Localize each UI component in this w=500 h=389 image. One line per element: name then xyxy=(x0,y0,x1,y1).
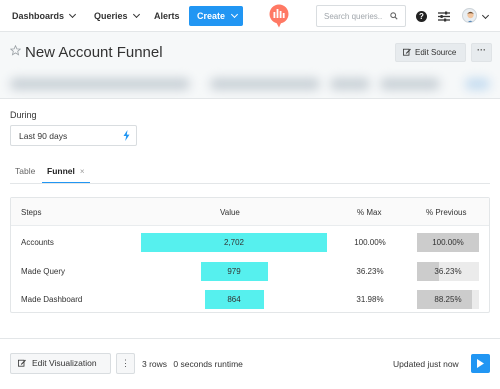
lightning-bolt-icon[interactable] xyxy=(123,130,130,141)
tabs-divider xyxy=(10,183,490,184)
settings-sliders-icon[interactable] xyxy=(438,11,450,22)
nav-queries[interactable]: Queries xyxy=(94,0,140,32)
page-title[interactable]: New Account Funnel xyxy=(25,44,163,61)
funnel-pct-max: 31.98% xyxy=(356,295,384,304)
nav-dashboards-label: Dashboards xyxy=(12,11,65,21)
during-param-label: During xyxy=(10,110,37,120)
chevron-down-icon xyxy=(230,10,239,19)
user-avatar[interactable] xyxy=(462,8,477,23)
header-pct-max: % Max xyxy=(357,208,382,217)
funnel-visualization: Steps Value % Max % Previous Accounts 2,7… xyxy=(10,197,490,313)
funnel-pct-max: 100.00% xyxy=(354,238,386,247)
chevron-down-icon[interactable] xyxy=(481,11,490,20)
header-steps: Steps xyxy=(21,208,42,217)
funnel-step-label: Made Query xyxy=(21,267,66,276)
edit-icon xyxy=(403,48,411,56)
more-actions-button[interactable]: ··· xyxy=(471,43,492,62)
funnel-pct-previous-bar: 36.23% xyxy=(417,262,479,281)
blurred-metadata-row xyxy=(0,70,500,98)
date-range-value: Last 90 days xyxy=(19,131,68,141)
funnel-pct-previous-text: 36.23% xyxy=(434,267,462,276)
funnel-pct-previous-bar: 100.00% xyxy=(417,233,479,252)
edit-visualization-button[interactable]: Edit Visualization xyxy=(10,353,111,374)
funnel-value-text: 2,702 xyxy=(223,238,245,247)
edit-visualization-label: Edit Visualization xyxy=(32,358,97,368)
nav-queries-label: Queries xyxy=(94,11,128,21)
updated-status: Updated just now xyxy=(393,359,459,369)
top-nav: Dashboards Queries Alerts Create Search … xyxy=(0,0,500,32)
runtime: 0 seconds runtime xyxy=(173,359,243,369)
funnel-pct-max: 36.23% xyxy=(356,267,384,276)
visualization-menu-button[interactable]: ⋮ xyxy=(116,353,135,374)
funnel-header-row: Steps Value % Max % Previous xyxy=(11,198,489,226)
funnel-value-text: 864 xyxy=(227,295,241,304)
header-pct-previous: % Previous xyxy=(426,208,467,217)
chevron-down-icon xyxy=(68,10,77,19)
avatar-face-icon xyxy=(467,11,474,22)
search-input[interactable]: Search queries.. xyxy=(316,5,406,27)
funnel-pct-previous-text: 100.00% xyxy=(432,238,464,247)
create-button[interactable]: Create xyxy=(189,6,243,26)
funnel-step-label: Made Dashboard xyxy=(21,295,83,304)
refresh-button[interactable] xyxy=(471,354,490,373)
funnel-step-label: Accounts xyxy=(21,238,54,247)
nav-alerts[interactable]: Alerts xyxy=(154,0,180,32)
date-range-input[interactable]: Last 90 days xyxy=(10,125,137,146)
search-placeholder: Search queries.. xyxy=(324,12,383,21)
close-icon[interactable]: × xyxy=(80,167,85,176)
funnel-pct-previous-bar: 88.25% xyxy=(417,290,479,309)
tab-table[interactable]: Table xyxy=(15,166,35,176)
search-icon xyxy=(390,12,398,20)
rows-count: 3 rows xyxy=(142,359,168,369)
nav-alerts-label: Alerts xyxy=(154,11,180,21)
edit-icon xyxy=(18,359,26,367)
header-value: Value xyxy=(220,208,240,217)
play-icon xyxy=(477,359,484,368)
edit-source-label: Edit Source xyxy=(415,48,457,57)
rows-runtime-info: 3 rows 0 seconds runtime xyxy=(142,359,243,369)
chevron-down-icon xyxy=(132,10,140,19)
funnel-pct-previous-text: 88.25% xyxy=(434,295,462,304)
create-button-label: Create xyxy=(197,11,226,21)
nav-dashboards[interactable]: Dashboards xyxy=(12,0,77,32)
edit-source-button[interactable]: Edit Source xyxy=(395,43,466,62)
help-icon[interactable]: ? xyxy=(416,11,427,22)
tab-funnel-label: Funnel xyxy=(47,166,75,176)
favorite-star-icon[interactable] xyxy=(10,45,21,56)
funnel-value-text: 979 xyxy=(227,267,241,276)
tab-funnel[interactable]: Funnel × xyxy=(47,166,85,176)
tab-table-label: Table xyxy=(15,166,36,176)
redash-logo-icon[interactable] xyxy=(269,4,289,28)
